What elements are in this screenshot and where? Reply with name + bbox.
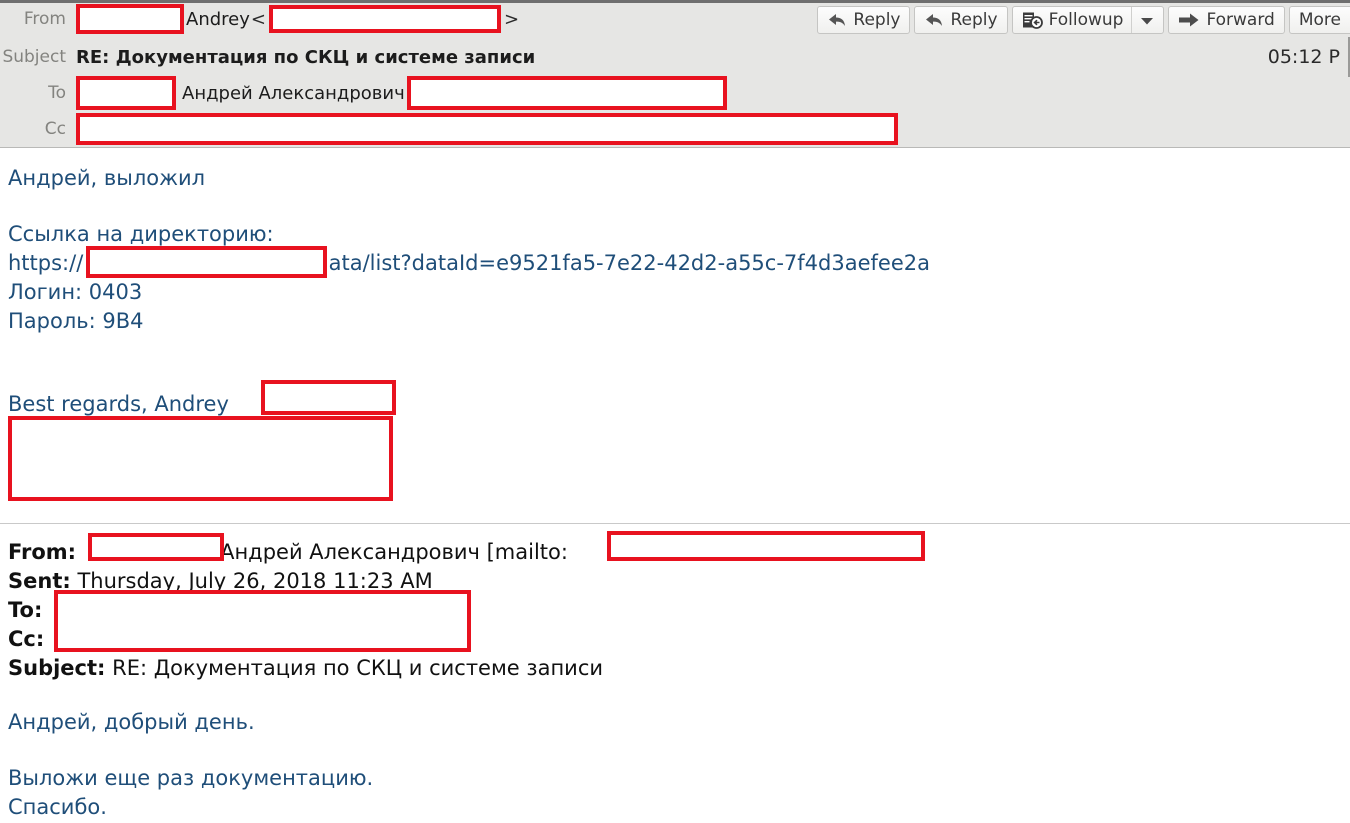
quoted-from-label: From: <box>8 540 77 564</box>
followup-button-label: Followup <box>1048 10 1124 30</box>
body-password-line: Пароль: 9В4 <box>8 309 144 333</box>
body-link-label: Ссылка на директорию: <box>8 222 274 246</box>
quoted-to-label: To: <box>8 598 43 622</box>
redaction-signature-block <box>8 416 393 501</box>
from-angle-close: > <box>503 8 520 30</box>
message-toolbar: Reply Reply Followup Forward More <box>817 6 1350 36</box>
forward-button-label: Forward <box>1206 10 1275 30</box>
redaction-signature-name <box>261 380 396 415</box>
to-value[interactable]: Андрей Александрович <box>76 76 1350 110</box>
reply-arrow-icon <box>827 11 847 29</box>
to-label: To <box>48 83 66 103</box>
subject-value: RE: Документация по СКЦ и системе записи <box>76 46 536 68</box>
more-button-label: More <box>1298 10 1341 30</box>
from-angle-open: < <box>250 8 266 30</box>
body-signature: Best regards, Andrey <box>8 392 229 416</box>
quoted-subject-value: RE: Документация по СКЦ и системе записи <box>112 656 604 680</box>
message-timestamp: 05:12 P <box>1267 46 1340 68</box>
redaction-quoted-mailto <box>607 531 925 561</box>
redaction-from-email <box>268 5 501 33</box>
redaction-to-email <box>406 76 727 110</box>
quoted-body-greeting: Андрей, добрый день. <box>8 710 255 734</box>
subject-label: Subject <box>2 47 66 67</box>
reply-button-label: Reply <box>853 10 901 30</box>
followup-flag-icon <box>1022 11 1043 30</box>
quoted-from-name: Андрей Александрович [mailto: <box>220 540 568 564</box>
quoted-subject-line: Subject: RE: Документация по СКЦ и систе… <box>8 654 603 682</box>
reply-all-button[interactable]: Reply <box>914 6 1008 34</box>
forward-button[interactable]: Forward <box>1168 6 1285 34</box>
message-body-pane: Андрей, выложил Ссылка на директорию: ht… <box>0 148 1350 823</box>
url-suffix: data/list?dataId=e9521fa5-7e22-42d2-a55c… <box>315 251 930 275</box>
body-login-line: Логин: 0403 <box>8 280 143 304</box>
chevron-down-icon <box>1141 10 1154 30</box>
header-row-cc: Cc <box>0 113 1350 145</box>
redaction-from-name <box>76 4 184 34</box>
url-prefix: https:// <box>8 251 84 275</box>
header-row-to: To Андрей Александрович <box>0 76 1350 110</box>
reply-button[interactable]: Reply <box>817 6 911 34</box>
quoted-cc-label: Cc: <box>8 627 45 651</box>
forward-arrow-icon <box>1178 12 1200 28</box>
from-label: From <box>23 9 66 29</box>
followup-dropdown-button[interactable] <box>1131 7 1163 33</box>
more-button[interactable]: More <box>1288 6 1350 34</box>
redaction-quoted-to-cc <box>54 590 471 652</box>
from-display-name: Andrey <box>186 8 250 30</box>
followup-button[interactable]: Followup <box>1011 6 1165 34</box>
message-header-pane: From Andrey < > Subject RE: Документация… <box>0 0 1350 148</box>
redaction-cc-value <box>76 113 898 145</box>
redaction-url-host <box>86 246 327 278</box>
cc-value[interactable] <box>76 113 1350 145</box>
quoted-cc-line: Cc: <box>8 625 44 653</box>
body-greeting: Андрей, выложил <box>8 166 206 190</box>
header-row-subject: Subject RE: Документация по СКЦ и систем… <box>0 41 1350 73</box>
reply-all-button-label: Reply <box>950 10 998 30</box>
reply-all-arrow-icon <box>924 11 944 29</box>
quoted-to-line: To: <box>8 596 42 624</box>
quoted-body-line2: Спасибо. <box>8 795 107 819</box>
quoted-body-line1: Выложи еще раз документацию. <box>8 766 374 790</box>
redaction-quoted-from <box>88 533 224 561</box>
quoted-message-divider <box>0 523 1350 524</box>
to-display-name: Андрей Александрович <box>182 82 405 104</box>
redaction-to-prefix <box>76 76 176 110</box>
cc-label: Cc <box>44 119 66 139</box>
quoted-subject-label: Subject: <box>8 656 106 680</box>
